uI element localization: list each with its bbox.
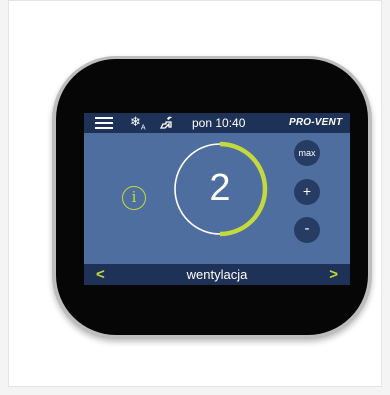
photo-frame: ❄A pon 10:40 PRO-VENT i 2 max + - < went…: [8, 0, 382, 387]
next-mode-button[interactable]: >: [329, 264, 338, 285]
mode-label: wentylacja: [186, 267, 248, 282]
mode-bar: < wentylacja >: [84, 264, 350, 285]
hamburger-menu-icon[interactable]: [95, 117, 113, 129]
thermostat-controller: ❄A pon 10:40 PRO-VENT i 2 max + - < went…: [52, 56, 372, 339]
fan-hand-icon[interactable]: [158, 115, 174, 131]
touch-screen: ❄A pon 10:40 PRO-VENT i 2 max + - < went…: [84, 113, 350, 285]
previous-mode-button[interactable]: <: [96, 264, 105, 285]
info-button[interactable]: i: [122, 186, 146, 210]
status-bar: ❄A pon 10:40 PRO-VENT: [84, 113, 350, 133]
ventilation-level-value: 2: [209, 167, 231, 209]
increase-button[interactable]: +: [294, 179, 320, 205]
date-time: pon 10:40: [192, 116, 246, 130]
device-bezel: ❄A pon 10:40 PRO-VENT i 2 max + - < went…: [56, 59, 368, 335]
max-button[interactable]: max: [294, 140, 320, 166]
snowflake-auto-icon[interactable]: ❄A: [130, 115, 146, 136]
decrease-button[interactable]: -: [294, 217, 320, 243]
pro-vent-logo: PRO-VENT: [289, 117, 343, 128]
